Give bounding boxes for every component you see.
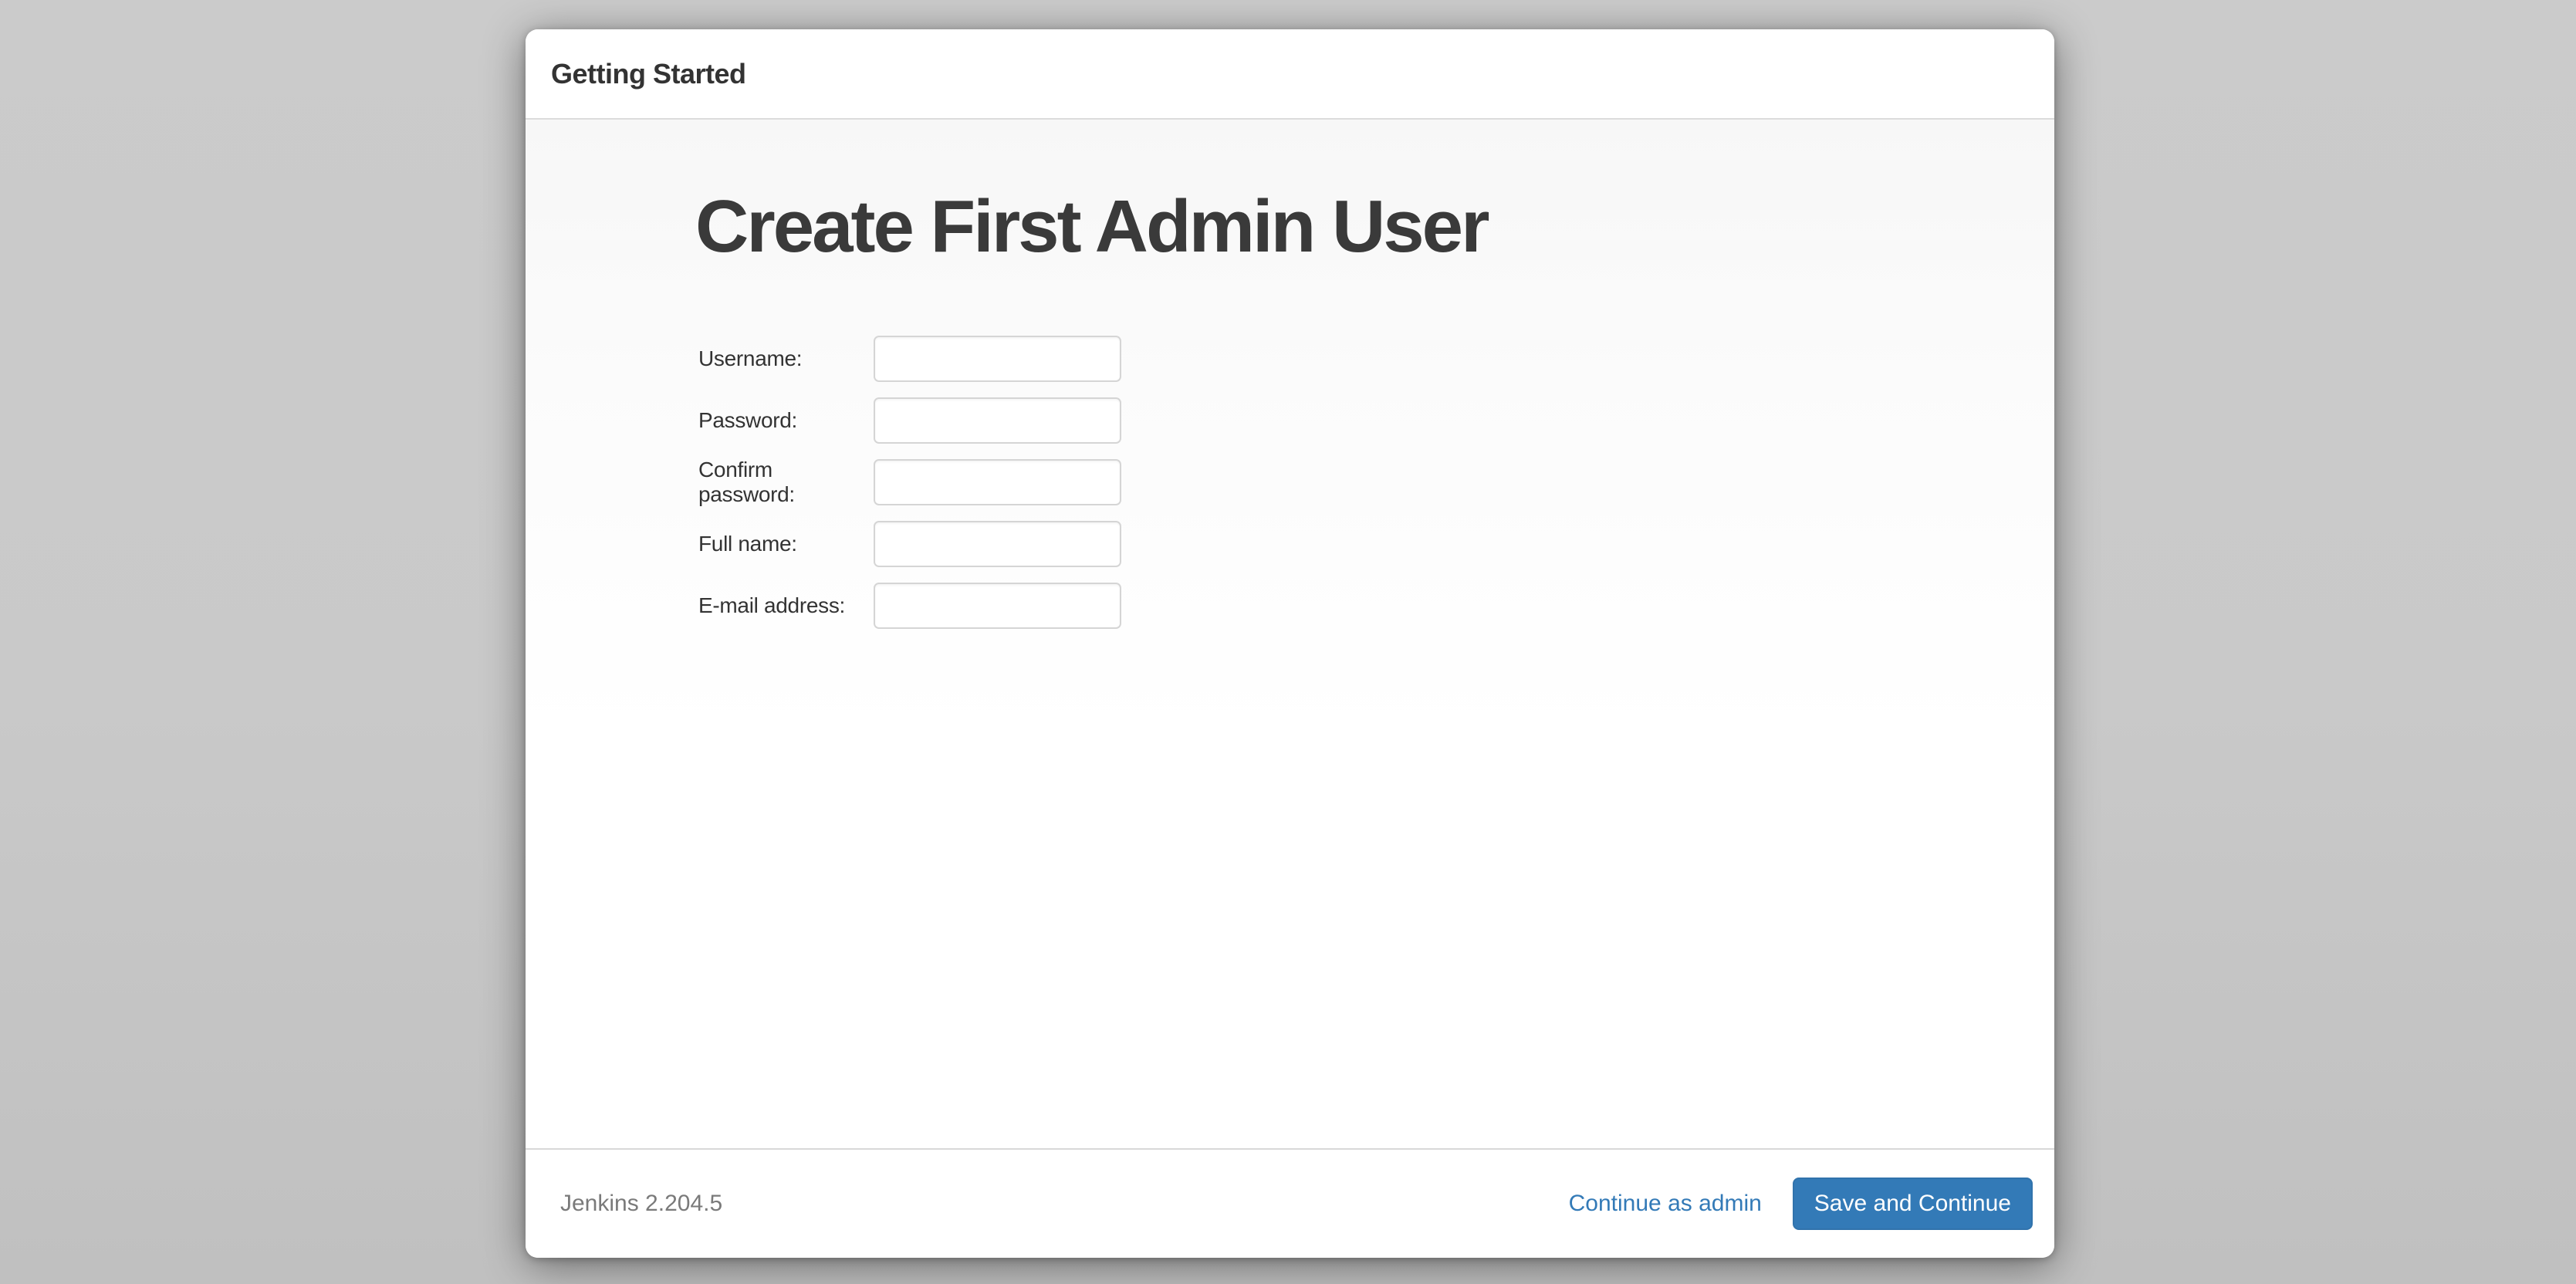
form-row-username: Username: <box>698 336 2054 382</box>
jenkins-version-label: Jenkins 2.204.5 <box>560 1191 722 1217</box>
dialog-header: Getting Started <box>526 29 2054 120</box>
full-name-input[interactable] <box>874 521 1121 567</box>
create-admin-form: Username: Password: Confirm password: Fu… <box>698 336 2054 629</box>
email-input[interactable] <box>874 583 1121 629</box>
continue-as-admin-link[interactable]: Continue as admin <box>1569 1191 1762 1217</box>
password-label: Password: <box>698 408 874 433</box>
dialog-footer: Jenkins 2.204.5 Continue as admin Save a… <box>526 1148 2054 1258</box>
form-row-full-name: Full name: <box>698 521 2054 567</box>
footer-actions: Continue as admin Save and Continue <box>1569 1178 2033 1230</box>
dialog-body: Create First Admin User Username: Passwo… <box>526 120 2054 1148</box>
dialog-title: Getting Started <box>551 58 746 90</box>
getting-started-dialog: Getting Started Create First Admin User … <box>526 29 2054 1258</box>
username-label: Username: <box>698 346 874 371</box>
email-label: E-mail address: <box>698 593 874 618</box>
full-name-label: Full name: <box>698 532 874 556</box>
form-row-confirm-password: Confirm password: <box>698 459 2054 505</box>
password-input[interactable] <box>874 397 1121 444</box>
save-and-continue-button[interactable]: Save and Continue <box>1793 1178 2033 1230</box>
form-row-email: E-mail address: <box>698 583 2054 629</box>
username-input[interactable] <box>874 336 1121 382</box>
confirm-password-input[interactable] <box>874 459 1121 505</box>
form-row-password: Password: <box>698 397 2054 444</box>
confirm-password-label: Confirm password: <box>698 458 874 507</box>
page-title: Create First Admin User <box>695 184 2054 269</box>
